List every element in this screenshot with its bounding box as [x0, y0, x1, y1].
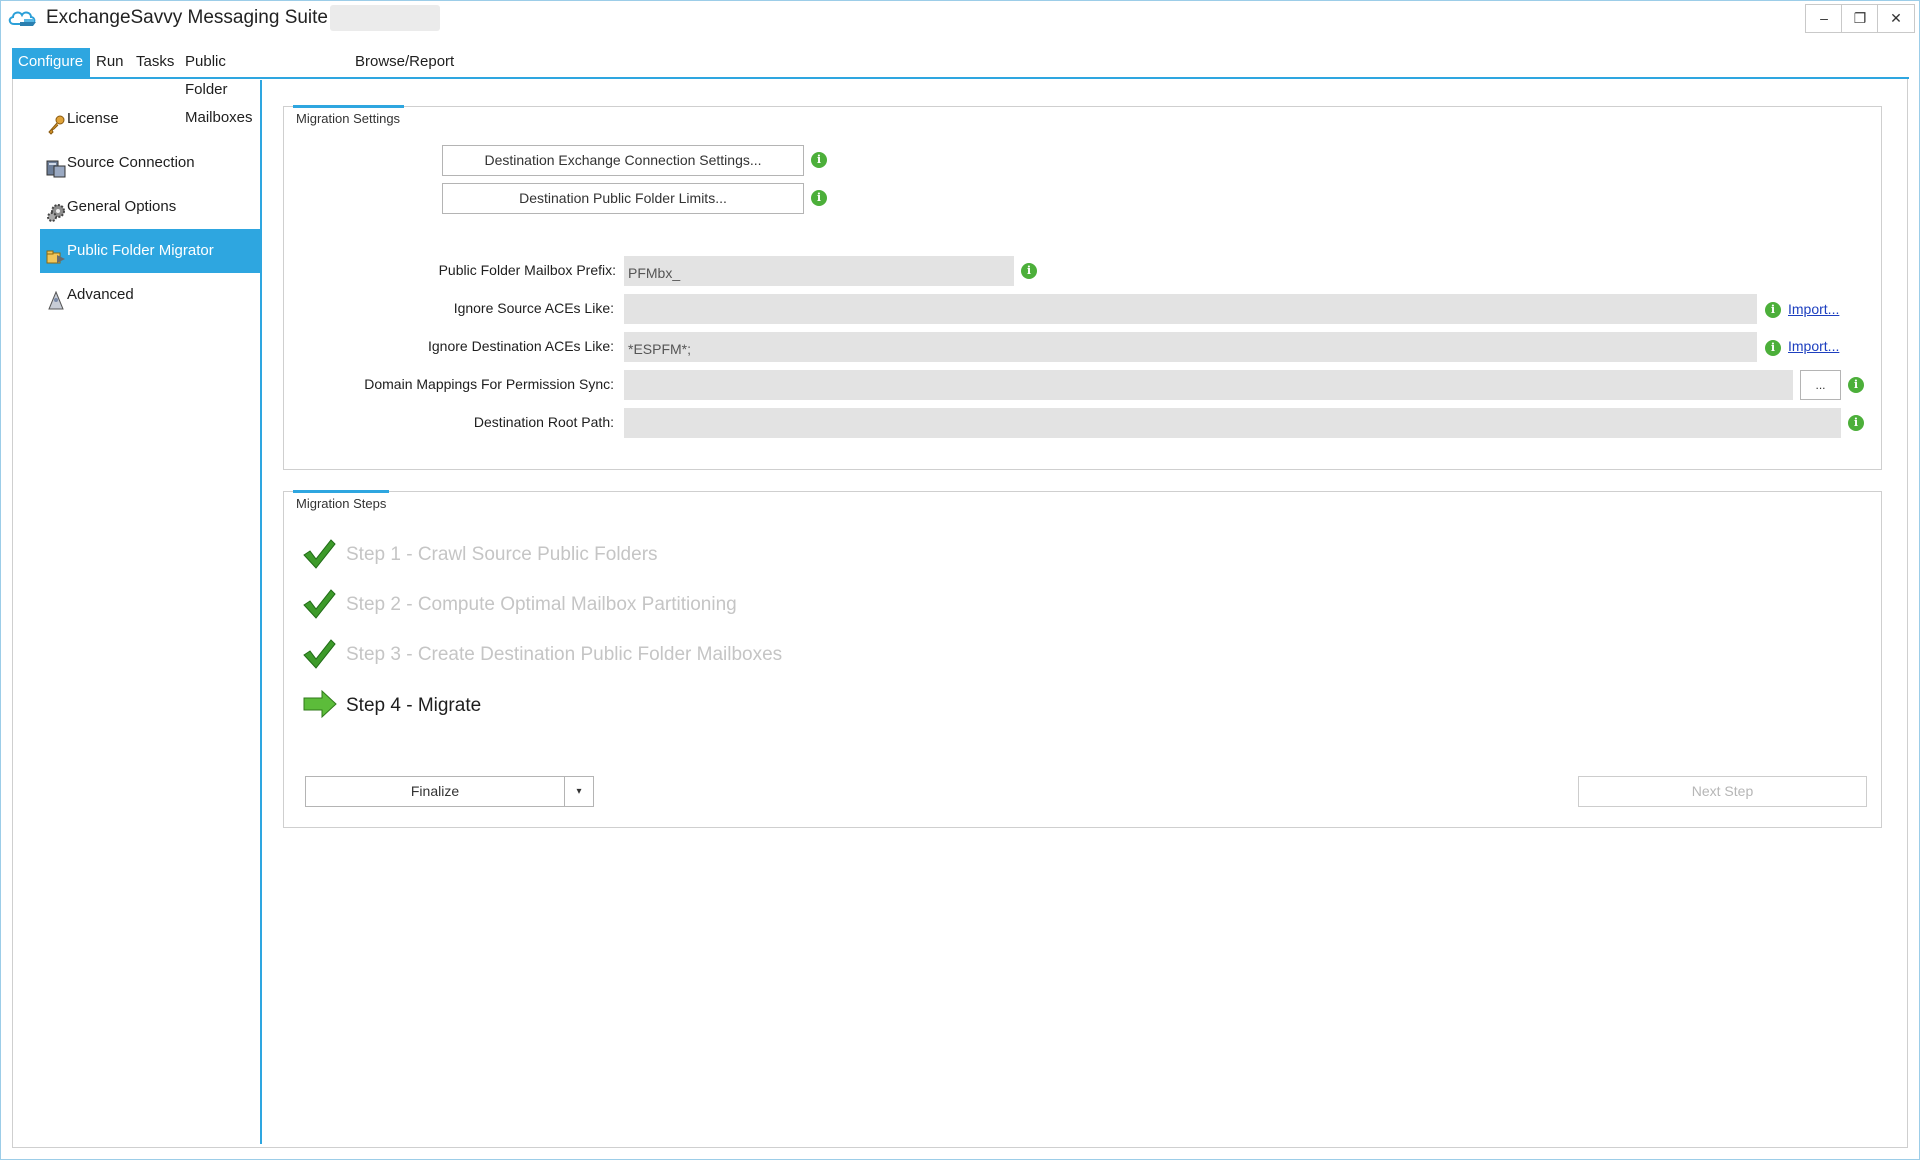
redacted-title-segment	[330, 5, 440, 31]
domain-mappings-input[interactable]	[624, 370, 1793, 400]
info-icon[interactable]: i	[1848, 415, 1864, 431]
info-icon[interactable]: i	[1765, 340, 1781, 356]
destination-root-path-input[interactable]	[624, 408, 1841, 438]
close-button[interactable]: ✕	[1877, 4, 1915, 33]
destination-root-path-label: Destination Root Path:	[473, 414, 614, 430]
title-bar: ExchangeSavvy Messaging Suite - – ❐ ✕	[0, 0, 1920, 36]
gears-icon	[46, 197, 66, 222]
destination-connection-settings-button[interactable]: Destination Exchange Connection Settings…	[442, 145, 804, 176]
step-label: Step 4 - Migrate	[346, 695, 482, 716]
sidebar-item-label: Public Folder Migrator	[67, 242, 214, 259]
sidebar-item-advanced[interactable]: Advanced	[40, 273, 260, 317]
tab-configure[interactable]: Configure	[12, 48, 90, 78]
ignore-destination-aces-label: Ignore Destination ACEs Like:	[428, 338, 614, 354]
tab-tasks[interactable]: Tasks	[130, 48, 180, 78]
sidebar-item-label: Source Connection	[67, 154, 195, 171]
tab-public-folder-mailboxes[interactable]: Public Folder Mailboxes	[179, 48, 259, 126]
migration-steps-caption: Migration Steps	[296, 496, 387, 511]
sidebar-item-general-options[interactable]: General Options	[40, 185, 260, 229]
wizard-icon	[46, 285, 66, 310]
restore-button[interactable]: ❐	[1841, 4, 1879, 33]
tab-browse-report[interactable]: Browse/Report	[349, 48, 460, 78]
checkmark-icon	[302, 588, 336, 623]
checkmark-icon	[302, 638, 336, 673]
info-icon[interactable]: i	[1765, 302, 1781, 318]
migration-settings-caption: Migration Settings	[296, 111, 401, 126]
step-label: Step 3 - Create Destination Public Folde…	[346, 644, 783, 665]
next-step-button[interactable]: Next Step	[1578, 776, 1867, 807]
sidebar-item-label: License	[67, 110, 119, 127]
checkmark-icon	[302, 538, 336, 573]
import-destination-aces-link[interactable]: Import...	[1788, 338, 1839, 354]
server-icon	[46, 153, 66, 178]
app-title: ExchangeSavvy Messaging Suite -	[46, 7, 340, 28]
ignore-source-aces-label: Ignore Source ACEs Like:	[453, 300, 614, 316]
tab-run[interactable]: Run	[90, 48, 130, 78]
sidebar-item-source-connection[interactable]: Source Connection	[40, 141, 260, 185]
info-icon[interactable]: i	[1021, 263, 1037, 279]
domain-mappings-label: Domain Mappings For Permission Sync:	[364, 376, 614, 392]
minimize-button[interactable]: –	[1805, 4, 1843, 33]
group-accent	[293, 105, 404, 108]
info-icon[interactable]: i	[811, 190, 827, 206]
cloud-app-icon	[6, 7, 42, 32]
info-icon[interactable]: i	[811, 152, 827, 168]
mailbox-prefix-input[interactable]: PFMbx_	[624, 256, 1014, 286]
import-source-aces-link[interactable]: Import...	[1788, 301, 1839, 317]
sidebar-item-label: General Options	[67, 198, 177, 215]
destination-folder-limits-button[interactable]: Destination Public Folder Limits...	[442, 183, 804, 214]
key-icon	[46, 109, 66, 135]
migrator-icon	[46, 241, 66, 264]
sidebar-item-license[interactable]: License	[40, 97, 260, 141]
arrow-right-icon	[302, 689, 338, 722]
sidebar-divider	[260, 80, 262, 1144]
ignore-source-aces-input[interactable]	[624, 294, 1757, 324]
finalize-dropdown-button[interactable]: ▾	[564, 776, 594, 807]
group-accent	[293, 490, 389, 493]
sidebar-item-public-folder-migrator[interactable]: Public Folder Migrator	[40, 229, 260, 273]
mailbox-prefix-label: Public Folder Mailbox Prefix:	[438, 262, 616, 278]
domain-mappings-browse-button[interactable]: ...	[1800, 370, 1841, 400]
step-label: Step 1 - Crawl Source Public Folders	[346, 544, 658, 565]
ignore-destination-aces-input[interactable]: *ESPFM*;	[624, 332, 1757, 362]
step-label: Step 2 - Compute Optimal Mailbox Partiti…	[346, 594, 737, 615]
sidebar-item-label: Advanced	[67, 286, 134, 303]
info-icon[interactable]: i	[1848, 377, 1864, 393]
finalize-button[interactable]: Finalize	[305, 776, 565, 807]
